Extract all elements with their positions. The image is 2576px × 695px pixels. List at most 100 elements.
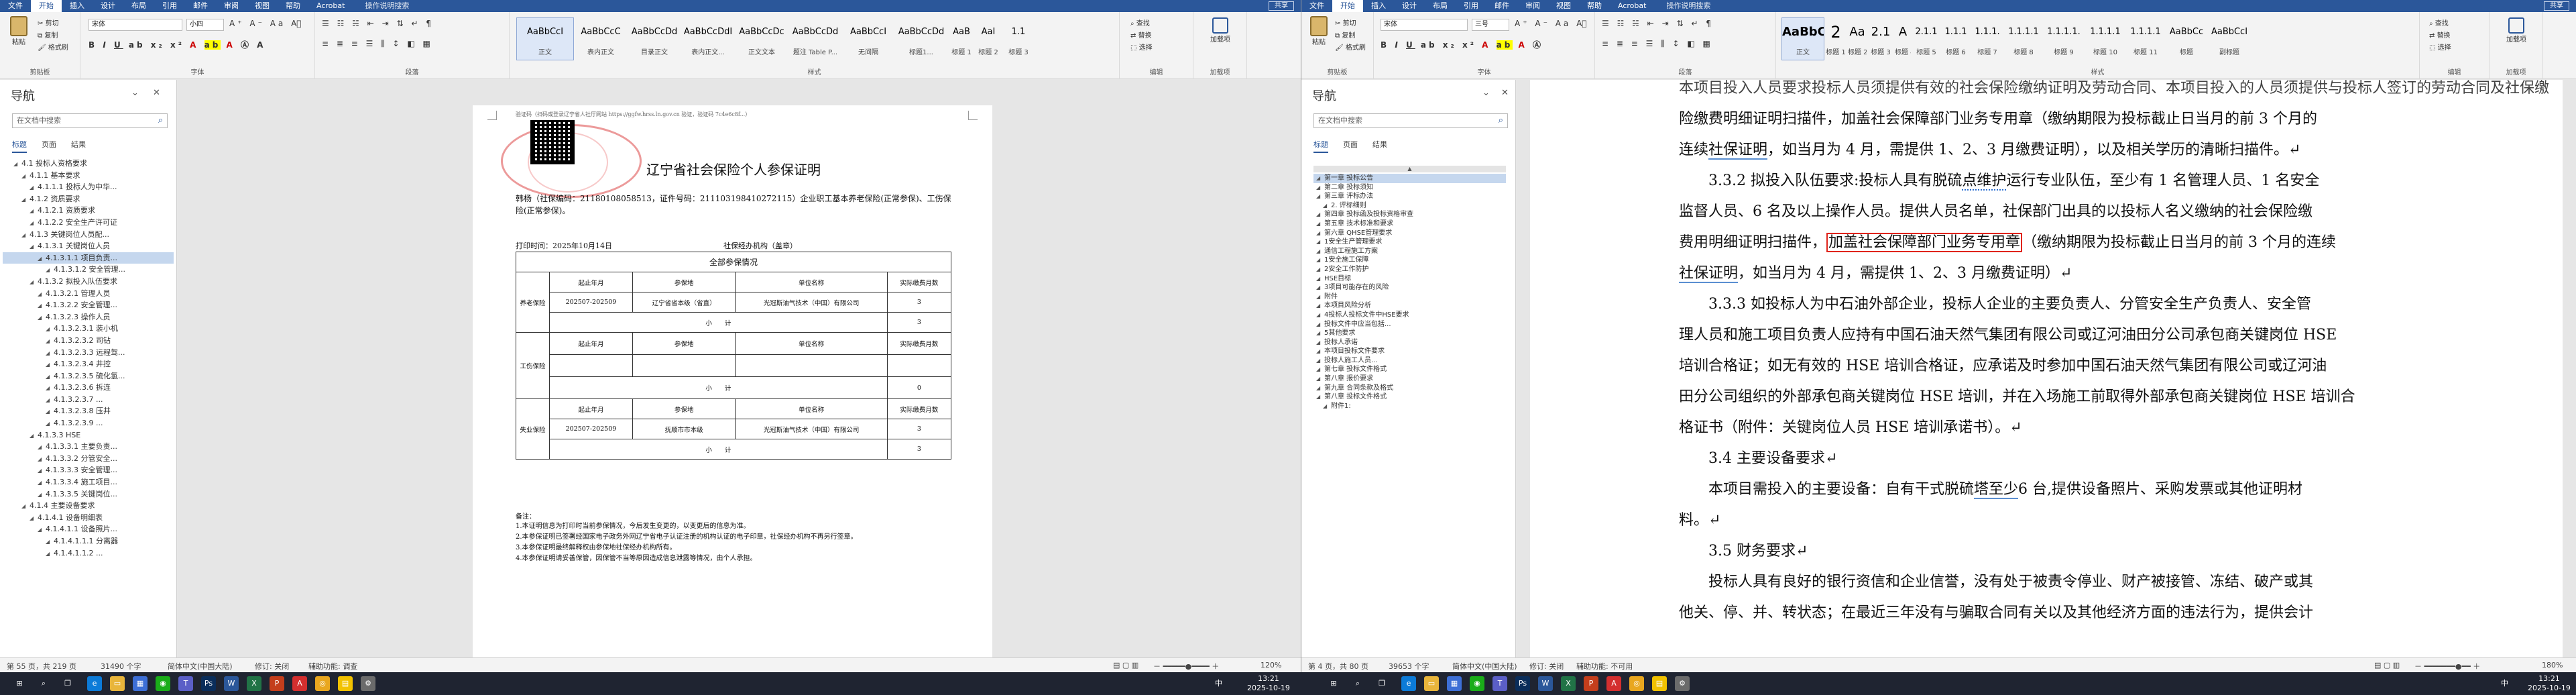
style-preset[interactable]: AaBbCcDc 正文文本: [735, 17, 788, 60]
excel-icon[interactable]: X: [247, 676, 261, 691]
nav-search-input[interactable]: 在文档中搜索 ⌕: [12, 113, 168, 128]
nav-heading-item[interactable]: ◢ 4.1.2.1 资质要求: [3, 205, 174, 217]
find-button[interactable]: ⌕ 查找: [2429, 17, 2449, 28]
nav-heading-item[interactable]: ◢ 第七章 投标文件格式: [1313, 365, 1506, 374]
nav-tab[interactable]: 结果: [1372, 139, 1387, 153]
addin-button[interactable]: 加载项: [1203, 17, 1238, 44]
nav-heading-item[interactable]: ◢ 4.1.2.2 安全生产许可证: [3, 217, 174, 229]
style-preset[interactable]: AaB 标题 1: [948, 17, 975, 60]
style-preset[interactable]: 2 标题 1: [1824, 17, 1847, 60]
nav-tab[interactable]: 标题: [1313, 139, 1328, 153]
expand-arrow-icon[interactable]: ◢: [1316, 320, 1324, 329]
nav-tab[interactable]: 标题: [12, 139, 27, 153]
font-name-select[interactable]: 宋体: [89, 19, 182, 31]
ime-indicator[interactable]: 中: [2501, 679, 2508, 688]
nav-heading-item[interactable]: ◢ 3项目可能存在的风险: [1313, 283, 1506, 292]
nav-tab[interactable]: 页面: [1343, 139, 1358, 153]
zoom-level[interactable]: 180%: [2542, 661, 2563, 670]
expand-arrow-icon[interactable]: ◢: [30, 513, 38, 524]
paste-button[interactable]: 粘贴: [7, 16, 31, 48]
tab-0[interactable]: 文件: [0, 0, 31, 12]
style-preset[interactable]: 1.1.1.1 标题 11: [2126, 17, 2165, 60]
nav-heading-item[interactable]: ◢ 第五章 技术标准和要求: [1313, 219, 1506, 229]
nav-heading-item[interactable]: ◢ 4.1 投标人资格要求: [3, 158, 174, 170]
close-icon[interactable]: ✕: [1501, 88, 1509, 98]
font-format-buttons[interactable]: B I U ab x₂ x² A ab A Ⓐ: [1381, 39, 1543, 50]
expand-arrow-icon[interactable]: ◢: [46, 348, 54, 359]
expand-arrow-icon[interactable]: ◢: [38, 477, 46, 488]
nav-heading-item[interactable]: ◢ 附件1:: [1313, 402, 1506, 411]
nav-heading-item[interactable]: ◢ 4.1.3.2.2 安全管理...: [3, 299, 174, 311]
format-painter-button[interactable]: 🖌 格式刷: [38, 42, 68, 52]
share-button[interactable]: 共享: [2544, 1, 2569, 11]
nav-heading-item[interactable]: ◢ 4投标人投标文件中HSE要求: [1313, 311, 1506, 320]
nav-heading-item[interactable]: ◢ 4.1.1 基本要求: [3, 170, 174, 182]
tab-4[interactable]: 布局: [1425, 0, 1456, 12]
expand-arrow-icon[interactable]: ◢: [1316, 192, 1324, 201]
expand-arrow-icon[interactable]: ◢: [1316, 274, 1324, 284]
nav-heading-item[interactable]: ◢ 4.1.4.1.1.1 分离器: [3, 535, 174, 547]
edge-icon[interactable]: e: [1401, 676, 1416, 691]
style-preset[interactable]: 2.1.1 标题 5: [1912, 17, 1941, 60]
tell-me-search[interactable]: 操作说明搜索: [357, 0, 417, 12]
tab-5[interactable]: 引用: [1456, 0, 1486, 12]
expand-arrow-icon[interactable]: ◢: [1316, 384, 1324, 393]
nav-heading-item[interactable]: ◢ 4.1.3.2.3.6 拆连: [3, 382, 174, 394]
nav-heading-item[interactable]: ◢ 第六章 QHSE管理要求: [1313, 229, 1506, 238]
addin-button[interactable]: 加载项: [2499, 17, 2534, 44]
expand-arrow-icon[interactable]: ◢: [46, 371, 54, 382]
tell-me-search[interactable]: 操作说明搜索: [1658, 0, 1718, 12]
task-view-icon[interactable]: ❐: [60, 676, 75, 691]
page-count[interactable]: 第 55 页，共 219 页: [7, 661, 76, 672]
expand-arrow-icon[interactable]: ◢: [1316, 292, 1324, 302]
expand-arrow-icon[interactable]: ◢: [1316, 183, 1324, 193]
style-preset[interactable]: 1.1 标题 3: [1002, 17, 1035, 60]
tab-5[interactable]: 引用: [154, 0, 185, 12]
expand-arrow-icon[interactable]: ◢: [1323, 402, 1331, 411]
expand-arrow-icon[interactable]: ◢: [30, 430, 38, 441]
expand-arrow-icon[interactable]: ◢: [21, 170, 30, 182]
nav-heading-item[interactable]: ◢ 1安全生产管理要求: [1313, 237, 1506, 247]
expand-arrow-icon[interactable]: ◢: [30, 276, 38, 288]
nav-heading-item[interactable]: ◢ 通信工程施工方案: [1313, 247, 1506, 256]
nav-heading-item[interactable]: ◢ 4.1.3.3.3 安全管理...: [3, 464, 174, 476]
nav-heading-item[interactable]: ◢ 4.1.3.2.3.5 硫化氢...: [3, 370, 174, 382]
photoshop-icon[interactable]: Ps: [201, 676, 216, 691]
expand-arrow-icon[interactable]: ◢: [1323, 201, 1331, 211]
tab-0[interactable]: 文件: [1301, 0, 1332, 12]
style-preset[interactable]: AaI 标题 2: [975, 17, 1002, 60]
windows-start-icon[interactable]: ⊞: [1326, 676, 1341, 691]
style-preset[interactable]: AaBbC 正文: [1781, 17, 1824, 60]
expand-arrow-icon[interactable]: ◢: [38, 312, 46, 323]
expand-arrow-icon[interactable]: ◢: [1316, 392, 1324, 402]
word-icon[interactable]: W: [1538, 676, 1553, 691]
nav-heading-item[interactable]: ◢ 4.1.3.2.3.9 ...: [3, 417, 174, 429]
accessibility-status[interactable]: 辅助功能: 调查: [308, 661, 357, 672]
paste-button[interactable]: 粘贴: [1307, 16, 1331, 48]
copy-button[interactable]: ⧉ 复制: [38, 30, 58, 40]
expand-arrow-icon[interactable]: ◢: [1316, 174, 1324, 183]
expand-arrow-icon[interactable]: ◢: [30, 217, 38, 229]
notes-icon[interactable]: ▤: [338, 676, 353, 691]
acrobat-icon[interactable]: A: [292, 676, 307, 691]
expand-arrow-icon[interactable]: ◢: [38, 300, 46, 311]
store-icon[interactable]: ▦: [133, 676, 148, 691]
expand-arrow-icon[interactable]: ◢: [1316, 311, 1324, 320]
nav-heading-item[interactable]: ◢ 附件: [1313, 292, 1506, 302]
replace-button[interactable]: ⇄ 替换: [1130, 30, 1152, 40]
expand-arrow-icon[interactable]: ◢: [46, 394, 54, 406]
notes-icon[interactable]: ▤: [1652, 676, 1667, 691]
wechat-icon[interactable]: ◉: [1470, 676, 1484, 691]
expand-arrow-icon[interactable]: ◢: [1316, 338, 1324, 348]
tab-6[interactable]: 邮件: [185, 0, 216, 12]
expand-arrow-icon[interactable]: ◢: [21, 194, 30, 205]
expand-arrow-icon[interactable]: ◢: [38, 489, 46, 500]
tab-9[interactable]: 帮助: [1579, 0, 1610, 12]
tray-clock[interactable]: 13:21 2025-10-19: [1247, 674, 1290, 693]
nav-heading-item[interactable]: ◢ 4.1.3.2.3.3 远程驾...: [3, 347, 174, 359]
nav-heading-item[interactable]: ◢ 4.1.4.1.1.2 ...: [3, 547, 174, 559]
style-preset[interactable]: AaBbCc 标题: [2165, 17, 2208, 60]
windows-start-icon[interactable]: ⊞: [12, 676, 27, 691]
expand-arrow-icon[interactable]: ◢: [1316, 265, 1324, 274]
expand-arrow-icon[interactable]: ◢: [46, 536, 54, 547]
